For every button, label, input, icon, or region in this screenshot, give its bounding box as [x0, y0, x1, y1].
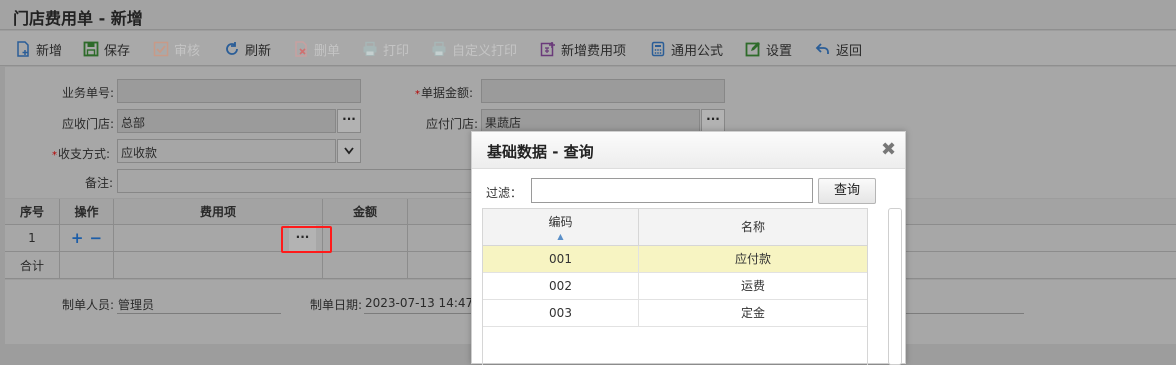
dialog-title: 基础数据 - 查询 — [487, 143, 594, 161]
col-op-header: 操作 — [60, 199, 114, 225]
print-button[interactable]: 打印 — [362, 40, 410, 59]
calculator-icon — [651, 41, 665, 57]
pay-store-field[interactable]: 果蔬店 — [481, 109, 700, 133]
col-code-header[interactable]: 编码 ▲ — [483, 209, 639, 246]
result-table: 编码 ▲ 名称 001 应付款 002 运费 003 定金 — [482, 208, 868, 365]
add-button[interactable]: 新增 — [15, 40, 63, 59]
refresh-label: 刷新 — [245, 43, 272, 59]
close-icon[interactable]: ✖ — [881, 139, 896, 160]
row-name: 定金 — [740, 306, 765, 320]
formula-button[interactable]: 通用公式 — [650, 40, 724, 59]
required-mark: * — [415, 89, 420, 100]
row-name: 运费 — [740, 279, 765, 293]
printer-icon — [363, 41, 377, 56]
back-arrow-icon — [815, 43, 829, 54]
add-label: 新增 — [36, 43, 63, 59]
remove-row-icon[interactable]: − — [90, 229, 103, 247]
filter-input[interactable] — [531, 178, 813, 203]
remark-label: 备注: — [85, 176, 114, 190]
settings-button[interactable]: 设置 — [745, 40, 793, 59]
creator-label: 制单人员: — [62, 298, 115, 312]
row-name: 应付款 — [734, 252, 771, 266]
delete-doc-icon — [295, 41, 307, 57]
col-seq-header: 序号 — [5, 199, 60, 225]
col-fee-item-header: 费用项 — [114, 199, 323, 225]
payment-type-select[interactable]: 应收款 — [117, 139, 336, 163]
toolbar: 新增 保存 审核 刷新 删单 打印 自定义打印 新增费用项 通用公式 设置 返回 — [0, 31, 1176, 66]
save-label: 保存 — [104, 43, 131, 59]
date-value: 2023-07-13 14:47:0 — [365, 296, 485, 310]
query-button[interactable]: 查询 — [818, 178, 876, 204]
row-op-cell: + − — [60, 225, 114, 252]
new-doc-icon — [17, 41, 29, 57]
refresh-button[interactable]: 刷新 — [224, 40, 272, 59]
edit-settings-icon — [745, 42, 760, 57]
dialog-header: 基础数据 - 查询 ✖ — [472, 132, 905, 169]
row-seq: 1 — [5, 225, 60, 252]
date-label: 制单日期: — [310, 298, 363, 312]
chevron-down-icon — [344, 147, 354, 155]
add-fee-item-label: 新增费用项 — [561, 43, 627, 59]
back-button[interactable]: 返回 — [815, 40, 863, 59]
title-bar: 门店费用单 - 新增 — [0, 0, 1176, 30]
row-code: 001 — [483, 246, 639, 272]
col-amount-header: 金额 — [323, 199, 408, 225]
recv-store-field[interactable]: 总部 — [117, 109, 336, 133]
add-fee-item-button[interactable]: 新增费用项 — [540, 40, 627, 59]
custom-print-label: 自定义打印 — [452, 43, 518, 59]
add-fee-icon — [540, 42, 555, 57]
amount-label: 单据金额: — [421, 86, 474, 100]
payment-type-label-wrap: *收支方式: — [52, 145, 110, 162]
sort-asc-icon: ▲ — [557, 232, 564, 241]
filter-label: 过滤： — [486, 186, 523, 200]
total-op-cell — [60, 252, 114, 279]
save-icon — [83, 41, 99, 57]
order-no-label: 业务单号: — [62, 86, 115, 100]
refresh-icon — [226, 42, 238, 55]
order-no-field[interactable] — [117, 79, 361, 103]
page-title: 门店费用单 - 新增 — [13, 9, 143, 28]
formula-label: 通用公式 — [671, 43, 724, 59]
pay-store-lookup-button[interactable]: ··· — [701, 109, 725, 133]
delete-button[interactable]: 删单 — [293, 40, 341, 59]
row-amount-cell[interactable] — [323, 225, 408, 252]
highlight-box — [281, 226, 332, 253]
print-label: 打印 — [383, 43, 410, 59]
row-code: 003 — [483, 300, 639, 326]
amount-label-wrap: *单据金额: — [415, 84, 473, 101]
custom-print-button[interactable]: 自定义打印 — [431, 40, 518, 59]
save-button[interactable]: 保存 — [83, 40, 131, 59]
remark-field[interactable] — [117, 169, 477, 193]
extra-underline — [906, 313, 1024, 314]
table-row[interactable]: 003 定金 — [483, 300, 867, 327]
check-icon — [153, 41, 169, 57]
audit-label: 审核 — [174, 43, 201, 59]
table-row[interactable]: 001 应付款 — [483, 246, 867, 273]
audit-button[interactable]: 审核 — [153, 40, 201, 59]
add-row-icon[interactable]: + — [71, 229, 84, 247]
dialog-scrollbar[interactable] — [888, 208, 902, 365]
table-row[interactable]: 002 运费 — [483, 273, 867, 300]
settings-label: 设置 — [766, 43, 793, 59]
total-label: 合计 — [5, 252, 60, 279]
amount-field[interactable] — [481, 79, 725, 103]
required-mark: * — [52, 150, 57, 161]
creator-underline — [117, 313, 281, 314]
payment-type-label: 收支方式: — [58, 147, 111, 161]
delete-label: 删单 — [314, 43, 341, 59]
back-label: 返回 — [836, 43, 863, 59]
recv-store-label: 应收门店: — [62, 117, 115, 131]
lookup-dialog: 基础数据 - 查询 ✖ 过滤： 查询 编码 ▲ 名称 001 应付款 002 运… — [471, 131, 906, 365]
recv-store-lookup-button[interactable]: ··· — [337, 109, 361, 133]
pay-store-label: 应付门店: — [426, 117, 479, 131]
col-code-label: 编码 — [548, 215, 573, 229]
printer-icon — [432, 41, 446, 56]
total-amount-cell — [323, 252, 408, 279]
payment-type-dropdown-button[interactable] — [337, 139, 361, 163]
col-name-header[interactable]: 名称 — [639, 209, 867, 246]
total-fee-cell — [114, 252, 323, 279]
creator-value: 管理员 — [118, 298, 155, 312]
date-underline — [364, 313, 472, 314]
row-code: 002 — [483, 273, 639, 299]
